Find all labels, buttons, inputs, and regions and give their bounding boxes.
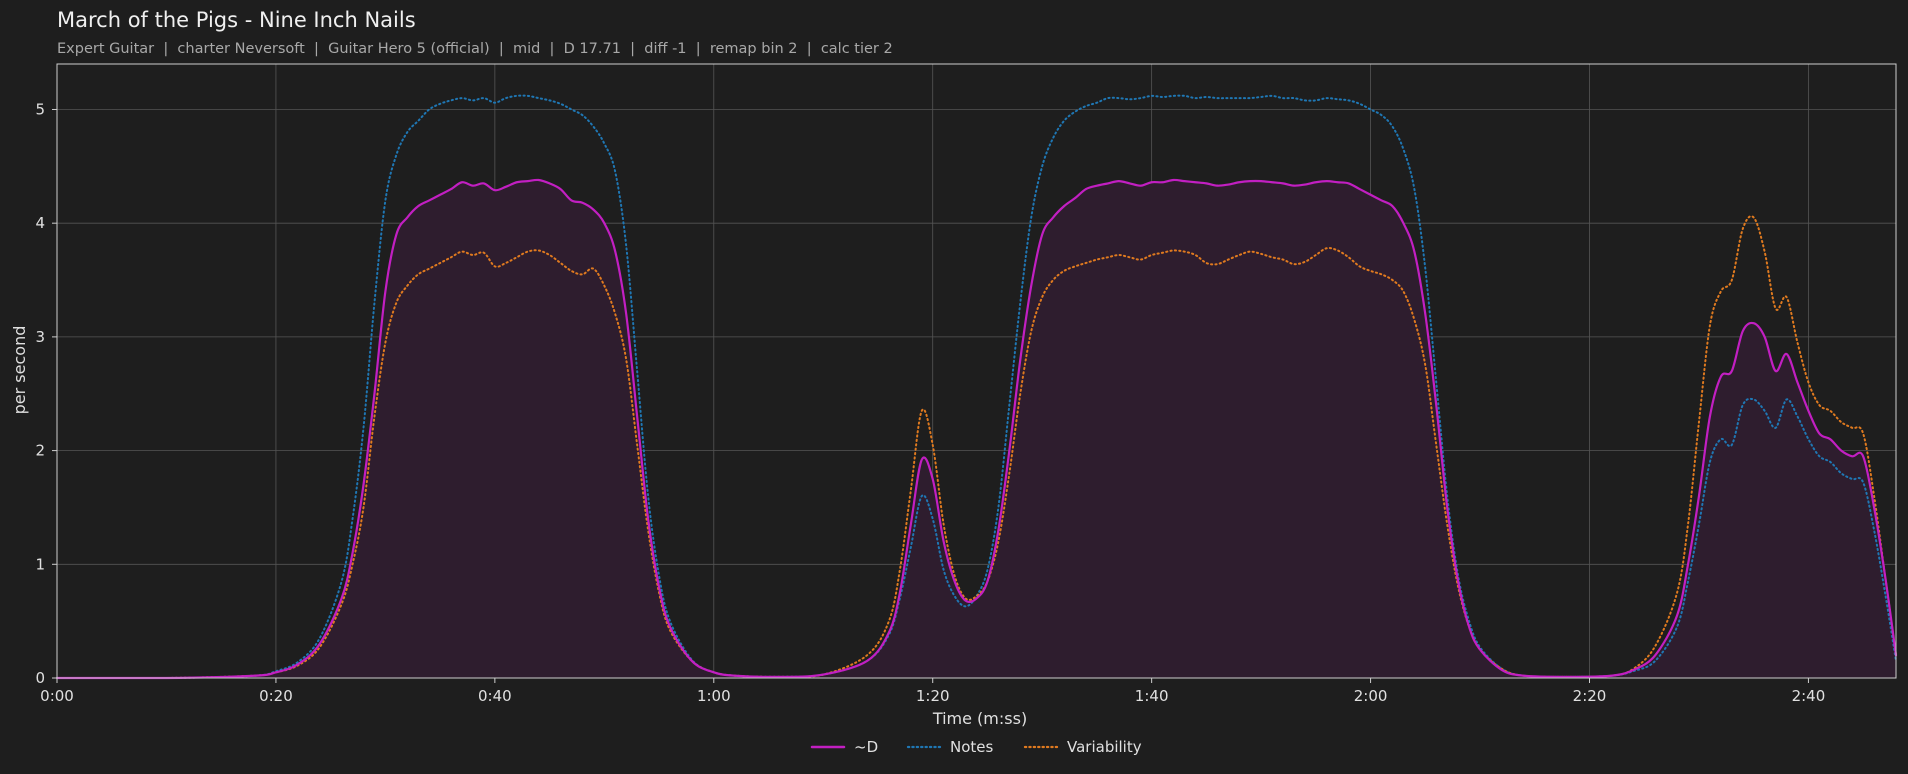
series-lines [55, 94, 1898, 680]
y-tick-label: 1 [35, 555, 45, 573]
x-tick-label: 0:00 [40, 687, 74, 705]
y-tick-label: 0 [35, 669, 45, 687]
legend-label: Variability [1067, 738, 1142, 756]
x-tick-label: 2:40 [1792, 687, 1826, 705]
legend-item-d: ~D [810, 738, 878, 756]
x-tick-label: 0:40 [478, 687, 512, 705]
notes-series-line [56, 94, 1897, 679]
legend: ~D Notes Variability [810, 738, 1142, 756]
legend-item-notes: Notes [906, 738, 994, 756]
chart-svg: 0:00 0:20 0:40 1:00 1:20 1:40 2:00 2:20 2:40 0 1 2 3… [10, 63, 1898, 756]
d-series-area [57, 179, 1896, 678]
plot-border [56, 63, 1897, 679]
x-axis-label: Time (m:ss) [932, 709, 1027, 728]
x-tick-label: 2:20 [1573, 687, 1607, 705]
x-tick-label: 2:00 [1354, 687, 1388, 705]
plot-frame [56, 63, 1897, 679]
y-tick-label: 4 [35, 214, 45, 232]
grid-lines [56, 64, 1896, 679]
y-tick-label: 3 [35, 328, 45, 346]
y-axis-label: per second [10, 326, 29, 415]
x-tick-label: 1:40 [1135, 687, 1169, 705]
y-tick-label: 5 [35, 100, 45, 118]
legend-item-variability: Variability [1023, 738, 1142, 756]
x-tick-label: 0:20 [259, 687, 293, 705]
legend-label: Notes [950, 738, 994, 756]
y-tick-label: 2 [35, 442, 45, 460]
x-tick-label: 1:00 [697, 687, 731, 705]
legend-label: ~D [854, 738, 878, 756]
d-area-fill [57, 179, 1896, 678]
x-tick-label: 1:20 [916, 687, 950, 705]
